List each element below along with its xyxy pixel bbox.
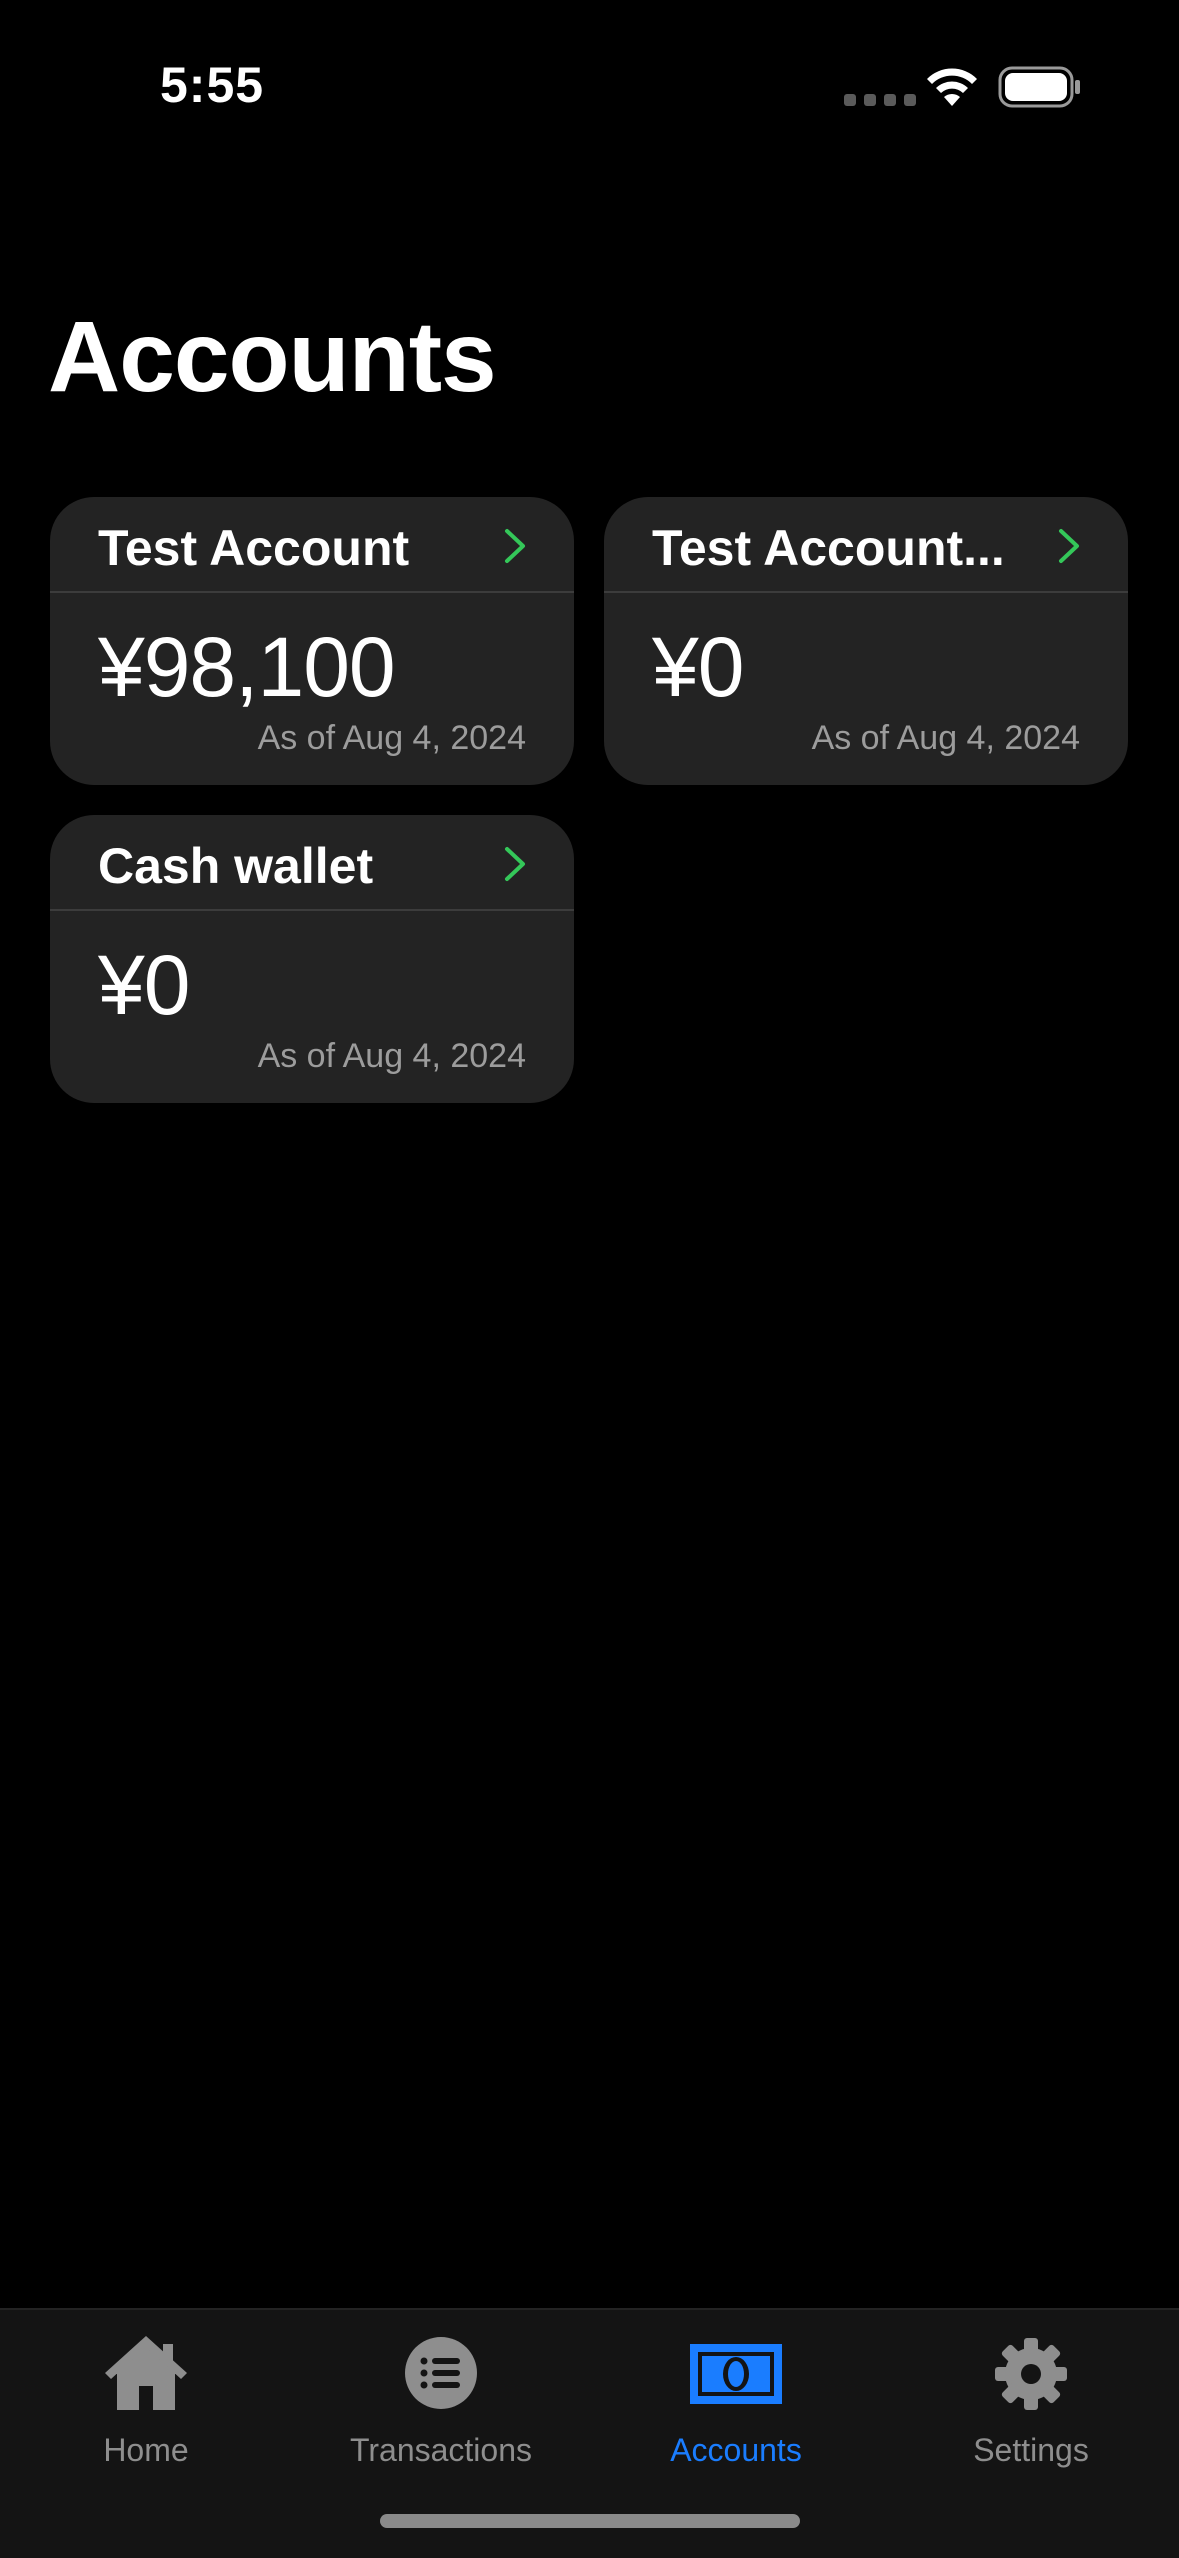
account-as-of-date: As of Aug 4, 2024 (257, 719, 526, 757)
gear-icon (995, 2338, 1067, 2410)
card-divider (50, 909, 574, 911)
tab-home[interactable]: Home (16, 2324, 276, 2474)
account-name: Test Account... (652, 520, 1005, 576)
account-card-header[interactable]: Test Account (50, 497, 574, 591)
tab-label: Transactions (350, 2432, 532, 2468)
tab-label: Home (103, 2432, 189, 2468)
tab-settings[interactable]: Settings (901, 2324, 1161, 2474)
tab-accounts[interactable]: Accounts (606, 2324, 866, 2474)
status-bar: 5:55 (0, 0, 1179, 150)
account-name: Test Account (98, 520, 410, 576)
tab-label: Settings (973, 2432, 1089, 2468)
page-title: Accounts (48, 301, 497, 413)
chevron-right-icon (1059, 529, 1079, 563)
card-divider (604, 591, 1128, 593)
tab-label: Accounts (670, 2432, 802, 2468)
account-card[interactable]: Test Account ¥98,100 As of Aug 4, 2024 (50, 497, 574, 785)
account-card-header[interactable]: Test Account... (604, 497, 1128, 591)
list-icon (405, 2337, 477, 2409)
chevron-right-icon (505, 847, 525, 881)
card-divider (50, 591, 574, 593)
account-balance: ¥98,100 (98, 620, 396, 714)
tab-transactions[interactable]: Transactions (311, 2324, 571, 2474)
banknote-icon (690, 2344, 782, 2404)
account-name: Cash wallet (98, 838, 374, 894)
house-icon (105, 2336, 187, 2410)
account-balance: ¥0 (98, 938, 190, 1032)
account-as-of-date: As of Aug 4, 2024 (257, 1037, 526, 1075)
cellular-signal-icon (844, 94, 916, 106)
account-as-of-date: As of Aug 4, 2024 (811, 719, 1080, 757)
account-card[interactable]: Cash wallet ¥0 As of Aug 4, 2024 (50, 815, 574, 1103)
wifi-icon (927, 68, 977, 106)
battery-icon (998, 66, 1080, 108)
account-card[interactable]: Test Account... ¥0 As of Aug 4, 2024 (604, 497, 1128, 785)
home-indicator[interactable] (380, 2514, 800, 2528)
account-card-header[interactable]: Cash wallet (50, 815, 574, 909)
account-balance: ¥0 (652, 620, 744, 714)
status-time: 5:55 (160, 57, 265, 113)
chevron-right-icon (505, 529, 525, 563)
